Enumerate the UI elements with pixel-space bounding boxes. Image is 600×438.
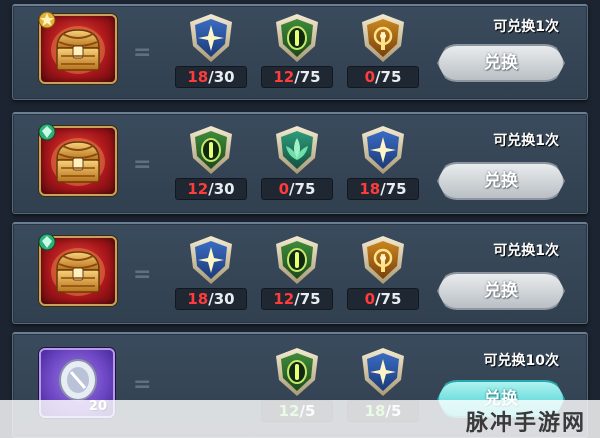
treasure-chest-icon xyxy=(51,26,105,74)
gold-sun-emblem-icon xyxy=(362,14,404,62)
equals-sign: = xyxy=(133,372,152,397)
material-slot[interactable]: 0/75 xyxy=(259,124,335,204)
watermark: 脉冲手游网 xyxy=(465,411,586,436)
green-eye-emblem-icon xyxy=(190,126,232,174)
exchange-limit: 可兑换1次 xyxy=(493,19,559,35)
equals-sign: = xyxy=(133,152,152,177)
material-count: 12/75 xyxy=(261,66,333,88)
exchange-row-2: = 12/30 0/75 18/75 可兑换1次 兑换 xyxy=(12,112,588,214)
exchange-row-3: = 18/30 12/75 0/75 可兑换1次 兑换 xyxy=(12,222,588,324)
material-slot[interactable]: 12/75 xyxy=(259,234,335,314)
gold-sun-emblem-icon xyxy=(362,236,404,284)
blue-star-emblem-icon xyxy=(190,14,232,62)
material-slot[interactable]: 0/75 xyxy=(345,12,421,92)
material-slot[interactable]: 12/30 xyxy=(173,124,249,204)
equals-sign: = xyxy=(133,262,152,287)
material-slot[interactable]: 18/75 xyxy=(345,124,421,204)
treasure-chest-reward[interactable] xyxy=(38,233,117,306)
green-eye-emblem-icon xyxy=(276,348,318,396)
exchange-row-1: = 18/30 12/75 0/75 可兑换1次 兑换 xyxy=(12,4,588,100)
material-count: 12/30 xyxy=(175,178,247,200)
green-eye-emblem-icon xyxy=(276,14,318,62)
treasure-chest-reward[interactable] xyxy=(38,123,117,196)
treasure-chest-icon xyxy=(51,248,105,296)
exchange-limit: 可兑换1次 xyxy=(493,133,559,149)
exchange-button[interactable]: 兑换 xyxy=(437,44,565,82)
material-count: 0/75 xyxy=(347,66,419,88)
blue-star-emblem-icon xyxy=(362,126,404,174)
exchange-button[interactable]: 兑换 xyxy=(437,162,565,200)
exchange-button[interactable]: 兑换 xyxy=(437,272,565,310)
material-count: 18/30 xyxy=(175,66,247,88)
material-slot[interactable]: 18/30 xyxy=(173,12,249,92)
material-count: 18/75 xyxy=(347,178,419,200)
treasure-chest-icon xyxy=(51,138,105,186)
equals-sign: = xyxy=(133,40,152,65)
teal-lotus-emblem-icon xyxy=(276,126,318,174)
exchange-limit: 可兑换1次 xyxy=(493,243,559,259)
material-count: 12/75 xyxy=(261,288,333,310)
material-slot[interactable]: 18/30 xyxy=(173,234,249,314)
material-slot[interactable]: 0/75 xyxy=(345,234,421,314)
blue-star-emblem-icon xyxy=(190,236,232,284)
material-count: 0/75 xyxy=(347,288,419,310)
blue-star-emblem-icon xyxy=(362,348,404,396)
material-count: 18/30 xyxy=(175,288,247,310)
green-eye-emblem-icon xyxy=(276,236,318,284)
material-count: 0/75 xyxy=(261,178,333,200)
material-slot[interactable]: 12/75 xyxy=(259,12,335,92)
exchange-limit: 可兑换10次 xyxy=(483,353,559,369)
treasure-chest-reward[interactable] xyxy=(38,11,117,84)
